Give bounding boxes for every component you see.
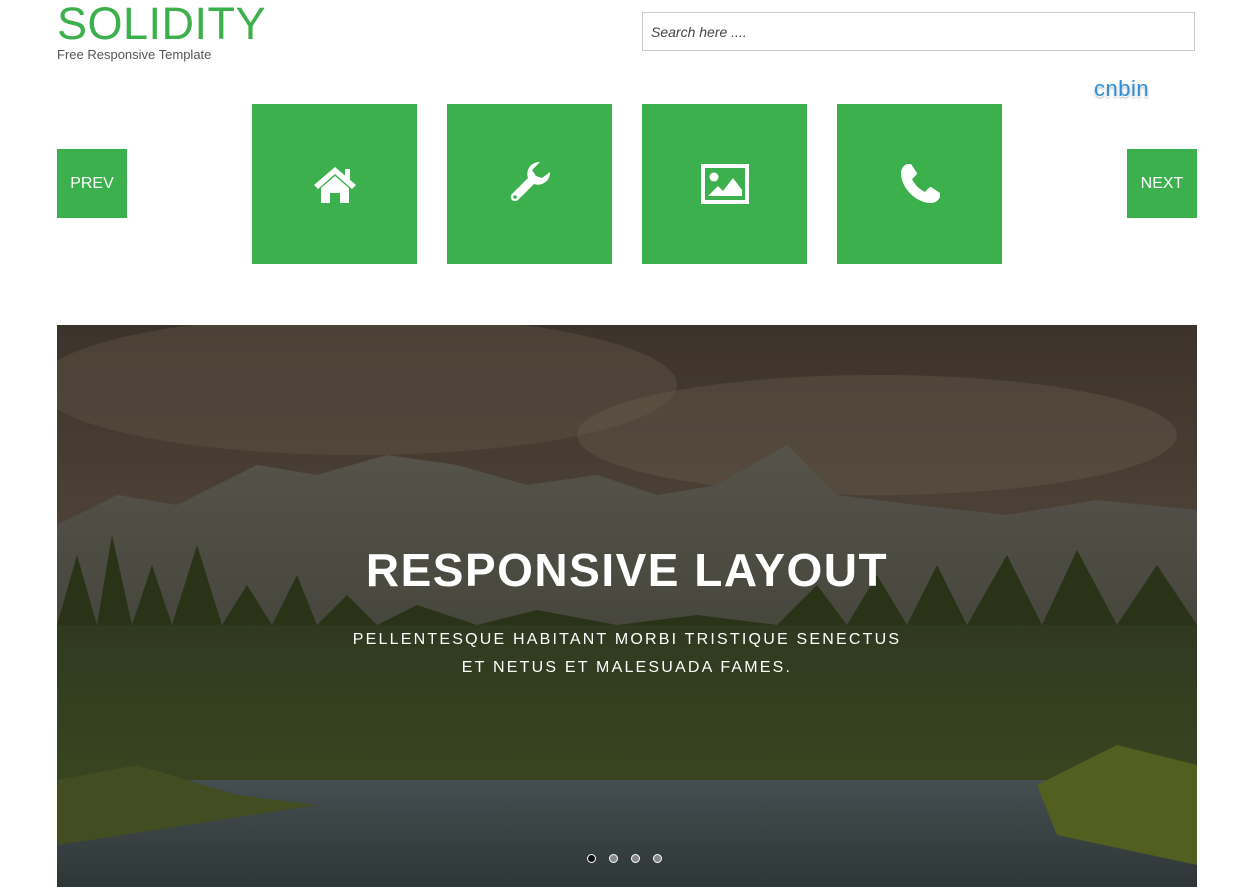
site-subtitle: Free Responsive Template <box>57 47 212 62</box>
slider-pagination <box>587 854 662 863</box>
wrench-icon <box>510 161 550 202</box>
next-button[interactable]: NEXT <box>1127 149 1197 218</box>
hero-background-image <box>57 325 1197 887</box>
hero-text: PELLENTESQUE HABITANT MORBI TRISTIQUE SE… <box>347 626 907 682</box>
hero-slider: RESPONSIVE LAYOUT PELLENTESQUE HABITANT … <box>57 325 1197 887</box>
site-title[interactable]: SOLIDITY <box>57 0 266 48</box>
hero-text-line-1: PELLENTESQUE HABITANT MORBI TRISTIQUE SE… <box>352 631 902 648</box>
slider-dot-4[interactable] <box>653 854 662 863</box>
image-icon <box>700 164 749 204</box>
slider-dot-2[interactable] <box>609 854 618 863</box>
prev-button[interactable]: PREV <box>57 149 127 218</box>
tile-gallery[interactable] <box>642 104 807 264</box>
search-input[interactable] <box>642 12 1195 51</box>
slider-dot-1[interactable] <box>587 854 596 863</box>
slider-dot-3[interactable] <box>631 854 640 863</box>
watermark-logo: cnbin <box>1094 76 1150 101</box>
hero-title: RESPONSIVE LAYOUT <box>365 544 889 596</box>
hero-text-line-2: ET NETUS ET MALESUADA FAMES. <box>461 659 793 676</box>
phone-icon <box>900 164 940 203</box>
tile-contact[interactable] <box>837 104 1002 264</box>
home-icon <box>313 167 356 203</box>
tile-home[interactable] <box>252 104 417 264</box>
brand: SOLIDITY Free Responsive Template <box>57 0 266 62</box>
tile-tools[interactable] <box>447 104 612 264</box>
